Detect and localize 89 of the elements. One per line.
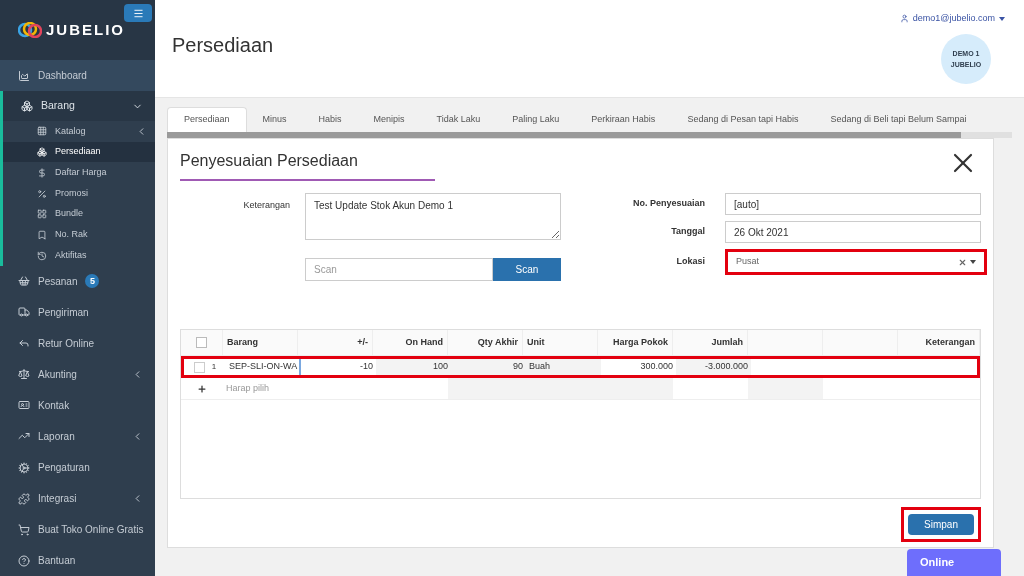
scan-button[interactable]: Scan (493, 258, 561, 281)
notes-field[interactable]: Test Update Stok Akun Demo 1 (305, 193, 561, 240)
sidebar-item[interactable]: Pengaturan (0, 452, 155, 483)
blocks-icon (37, 209, 47, 220)
save-button[interactable]: Simpan (908, 514, 974, 535)
location-select[interactable]: Pusat (725, 249, 987, 275)
sidebar-item[interactable]: Pengiriman (0, 296, 155, 328)
input-field[interactable]: [auto] (725, 193, 981, 215)
table-cell: SEP-SLI-ON-WA (229, 360, 298, 374)
field-label: Tanggal (670, 225, 705, 239)
table-cell: 90 (513, 360, 523, 374)
select-all-checkbox[interactable] (196, 337, 207, 348)
tab[interactable]: Tidak Laku (420, 107, 497, 132)
clear-icon (958, 257, 967, 267)
tab[interactable]: Persediaan (167, 107, 247, 132)
tab[interactable]: Perkiraan Habis (575, 107, 672, 132)
tab[interactable]: Minus (246, 107, 303, 132)
column-header: Keterangan (898, 330, 980, 355)
add-row-icon[interactable] (197, 383, 207, 394)
form-title: Penyesuaian Persediaan (180, 149, 435, 181)
grid-icon (37, 126, 47, 137)
sidebar-subitem[interactable]: Katalog (3, 121, 155, 142)
sidebar-item[interactable]: Akunting (0, 358, 155, 390)
sidebar-subitem[interactable]: Aktifitas (3, 245, 155, 266)
table-cell: 300.000 (640, 360, 673, 374)
column-header: Unit (523, 330, 598, 355)
row-checkbox[interactable] (193, 361, 205, 373)
gear-icon (18, 461, 30, 474)
field-label: Lokasi (675, 255, 705, 269)
field-label: Keterangan (242, 199, 290, 212)
scale-icon (18, 368, 30, 381)
column-header: On Hand (373, 330, 448, 355)
column-header: Jumlah (673, 330, 748, 355)
sidebar-subitem[interactable]: Persediaan (3, 141, 155, 163)
table-cell: 100 (432, 360, 448, 374)
tab[interactable]: Menipis (357, 107, 421, 132)
chart-icon (18, 69, 30, 82)
cart-icon (18, 523, 30, 536)
sidebar-item[interactable]: Barang (3, 91, 155, 122)
cubes-icon (37, 147, 47, 158)
sidebar-item[interactable]: Pesanan 5 (0, 265, 155, 297)
truck-icon (18, 306, 30, 319)
tab[interactable]: Sedang di Beli tapi Belum Sampai (814, 107, 983, 132)
sidebar-subitem[interactable]: No. Rak (3, 224, 155, 246)
tab[interactable]: Habis (302, 107, 358, 132)
basket-icon (18, 275, 30, 288)
table-cell: Buah (529, 360, 551, 374)
tab[interactable]: Paling Laku (496, 107, 576, 132)
column-header: +/- (298, 330, 373, 355)
contact-card-icon (18, 399, 30, 412)
dollar-icon (37, 167, 47, 178)
input-field[interactable]: 26 Okt 2021 (725, 221, 981, 243)
caret-icon (970, 260, 976, 264)
count-badge: 5 (85, 274, 100, 289)
caret-icon (999, 16, 1005, 21)
menu-icon (132, 7, 144, 19)
sidebar-item[interactable]: Buat Toko Online Gratis (0, 514, 155, 546)
logo-text: JUBELIO (46, 19, 125, 40)
cubes-icon (21, 100, 33, 113)
logo-icon (18, 22, 42, 39)
sidebar-item[interactable]: Integrasi (0, 483, 155, 515)
user-icon (899, 14, 909, 24)
table-row[interactable]: 1 SEP-SLI-ON-WA -10 100 90 Buah 300.000 -3.000.000 (181, 356, 980, 378)
field-label: No. Penyesuaian (631, 197, 705, 211)
history-icon (37, 250, 47, 261)
menu-button[interactable] (124, 4, 152, 22)
percent-icon (37, 188, 47, 199)
user-menu[interactable]: demo1@jubelio.com (899, 12, 1005, 26)
page-title: Persediaan (172, 33, 274, 58)
scan-field[interactable]: Scan (305, 258, 493, 281)
table-cell: -10 (360, 360, 373, 374)
table-cell: -3.000.000 (704, 360, 748, 374)
tab[interactable]: Sedang di Pesan tapi Habis (671, 107, 815, 132)
row-number: 1 (211, 361, 217, 373)
bookmark-icon (37, 229, 47, 240)
item-picker-field[interactable]: Harap pilih (223, 381, 298, 396)
sidebar-item[interactable]: Retur Online (0, 327, 155, 359)
sidebar-item[interactable]: Kontak (0, 389, 155, 421)
puzzle-icon (18, 492, 30, 505)
column-header: Barang (223, 330, 298, 355)
sidebar-subitem[interactable]: Daftar Harga (3, 162, 155, 184)
sidebar-item[interactable]: Laporan (0, 421, 155, 452)
column-header: Harga Pokok (598, 330, 673, 355)
online-button[interactable]: Online (907, 549, 1001, 576)
column-header: Qty Akhir (448, 330, 523, 355)
sidebar-item[interactable]: Bantuan (0, 545, 155, 576)
sidebar-subitem[interactable]: Promosi (3, 183, 155, 204)
help-icon (18, 554, 30, 567)
sidebar-subitem[interactable]: Bundle (3, 203, 155, 225)
